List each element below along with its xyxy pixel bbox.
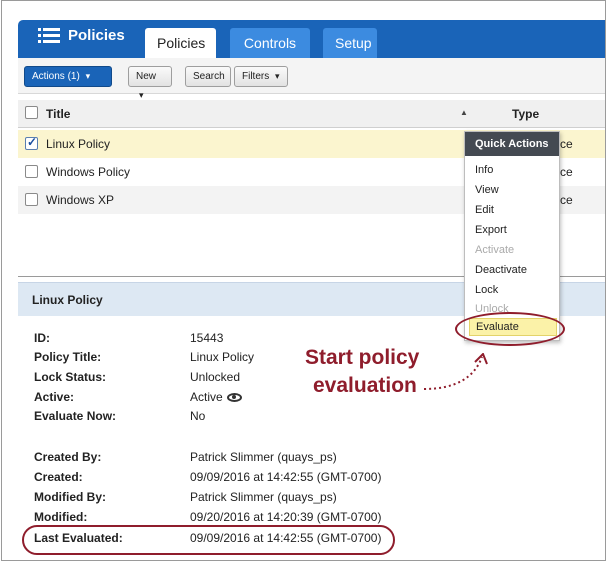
search-button[interactable]: Search xyxy=(185,66,231,87)
modified-label: Modified: xyxy=(34,510,88,524)
quick-actions-menu: Quick Actions Info View Edit Export Acti… xyxy=(464,131,560,341)
chevron-down-icon: ▾ xyxy=(275,71,280,81)
lock-status-value: Unlocked xyxy=(190,370,241,384)
annotation-line-1: Start policy xyxy=(305,346,420,369)
id-value: 15443 xyxy=(190,331,224,345)
column-type[interactable]: Type xyxy=(512,107,539,121)
row-type: ce xyxy=(560,193,573,207)
created-label: Created: xyxy=(34,470,83,484)
tab-setup[interactable]: Setup xyxy=(323,28,377,58)
top-nav-bar: Policies Policies Controls Setup xyxy=(18,20,605,58)
brand-label: Policies xyxy=(68,27,125,44)
menu-item-activate: Activate xyxy=(475,244,515,256)
sort-ascending-icon[interactable]: ▲ xyxy=(460,108,468,117)
row-checkbox[interactable] xyxy=(25,135,38,150)
created-by-value: Patrick Slimmer (quays_ps) xyxy=(190,450,337,464)
menu-item-info[interactable]: Info xyxy=(475,164,493,176)
row-title[interactable]: Windows Policy xyxy=(46,165,130,179)
created-by-label: Created By: xyxy=(34,450,102,464)
row-title[interactable]: Linux Policy xyxy=(46,137,110,151)
actions-label: Actions (1) xyxy=(32,71,80,82)
annotation-arrow-icon xyxy=(423,353,488,390)
evaluate-now-label: Evaluate Now: xyxy=(34,409,117,423)
menu-item-lock[interactable]: Lock xyxy=(475,284,498,296)
last-evaluated-highlight-ring xyxy=(22,525,395,555)
id-label: ID: xyxy=(34,331,50,345)
evaluate-now-value: No xyxy=(190,409,206,423)
policy-title-value: Linux Policy xyxy=(190,350,255,364)
lock-status-label: Lock Status: xyxy=(34,370,107,384)
row-type: ce xyxy=(560,165,573,179)
brand[interactable]: Policies xyxy=(38,27,125,44)
search-label: Search xyxy=(193,71,225,82)
annotation-callout: Start policy evaluation xyxy=(305,344,419,400)
select-all-checkbox[interactable] xyxy=(25,106,38,119)
row-type: ce xyxy=(560,137,573,151)
list-header: Title ▲ Type xyxy=(18,100,605,128)
modified-by-value: Patrick Slimmer (quays_ps) xyxy=(190,490,337,504)
toolbar: Actions (1) ▾ New ▾ Search Filters ▾ xyxy=(18,58,605,100)
tab-controls[interactable]: Controls xyxy=(230,28,310,58)
new-button[interactable]: New ▾ xyxy=(128,66,172,100)
modified-value: 09/20/2016 at 14:20:39 (GMT-0700) xyxy=(190,510,382,524)
actions-button[interactable]: Actions (1) ▾ xyxy=(24,66,112,87)
row-checkbox[interactable] xyxy=(25,193,38,206)
menu-item-export[interactable]: Export xyxy=(475,224,507,236)
menu-list-icon xyxy=(38,27,60,44)
app-window: Policies Policies Controls Setup Actions… xyxy=(1,0,606,561)
modified-by-label: Modified By: xyxy=(34,490,106,504)
eye-icon[interactable] xyxy=(226,393,242,402)
tab-policies[interactable]: Policies xyxy=(145,28,216,58)
row-title[interactable]: Windows XP xyxy=(46,193,114,207)
created-value: 09/09/2016 at 14:42:55 (GMT-0700) xyxy=(190,470,382,484)
active-value-text: Active xyxy=(190,390,223,404)
active-label: Active: xyxy=(34,390,75,404)
filters-button[interactable]: Filters ▾ xyxy=(234,66,288,87)
evaluate-highlight-ring xyxy=(455,312,565,346)
active-value: Active xyxy=(190,390,242,404)
chevron-down-icon: ▾ xyxy=(85,71,91,81)
menu-item-edit[interactable]: Edit xyxy=(475,204,494,216)
column-title[interactable]: Title xyxy=(46,107,70,121)
detail-title: Linux Policy xyxy=(32,293,103,307)
annotation-line-2: evaluation xyxy=(313,374,417,397)
menu-item-view[interactable]: View xyxy=(475,184,499,196)
quick-actions-header: Quick Actions xyxy=(465,132,559,156)
row-checkbox[interactable] xyxy=(25,165,38,178)
filters-label: Filters xyxy=(242,71,270,82)
policy-title-label: Policy Title: xyxy=(34,350,102,364)
new-label: New xyxy=(136,71,157,82)
menu-item-deactivate[interactable]: Deactivate xyxy=(475,264,527,276)
